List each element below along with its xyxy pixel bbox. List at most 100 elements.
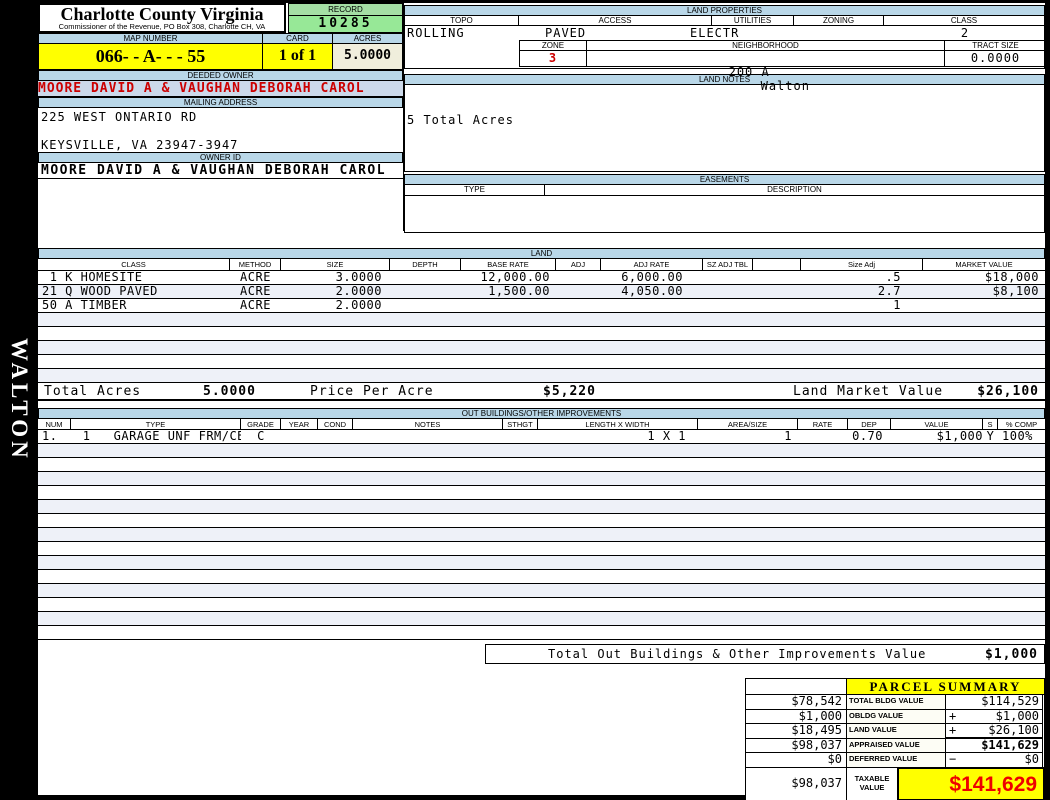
empty-row <box>38 355 1045 369</box>
col-cond: COND <box>318 419 353 429</box>
zone-value: 3 <box>520 51 587 66</box>
land-title: LAND <box>38 248 1045 259</box>
land-row: 50 A TIMBER ACRE 2.0000 1 <box>38 299 1045 313</box>
col-adj-rate: ADJ RATE <box>601 259 703 270</box>
county-subtitle: Commissioner of the Revenue, PO Box 308,… <box>58 22 266 31</box>
taxable-value-row: $98,037 TAXABLE VALUE $141,629 <box>745 766 1045 800</box>
land-properties-panel: LAND PROPERTIES TOPO ACCESS UTILITIES ZO… <box>404 5 1046 233</box>
utilities-label: UTILITIES <box>712 16 794 25</box>
class-label: CLASS <box>950 16 978 25</box>
land-market-value-label: Land Market Value <box>793 384 944 399</box>
price-per-acre-value: $5,220 <box>543 384 596 399</box>
col-base-rate: BASE RATE <box>461 259 556 270</box>
property-record-card: WALTON Charlotte County Virginia Commiss… <box>0 0 1050 800</box>
col-type: TYPE <box>71 419 241 429</box>
empty-row <box>38 570 1045 584</box>
col-adj: ADJ <box>556 259 601 270</box>
parcel-summary-row: $18,495 LAND VALUE + $26,100 <box>745 723 1044 739</box>
out-buildings-total-area: Total Out Buildings & Other Improvements… <box>38 644 1045 668</box>
col-sz-adj-tbl: SZ ADJ TBL <box>703 259 753 270</box>
empty-row <box>38 327 1045 341</box>
land-market-value: $26,100 <box>977 384 1039 399</box>
empty-row <box>38 458 1045 472</box>
card-value: 1 of 1 <box>263 44 333 70</box>
col-grade: GRADE <box>241 419 281 429</box>
acres-value: 5.0000 <box>333 44 403 70</box>
easements-title: EASEMENTS <box>404 174 1045 185</box>
mailing-address-label: MAILING ADDRESS <box>38 97 403 108</box>
topo-label: TOPO <box>405 16 519 25</box>
easement-type-label: TYPE <box>405 185 545 195</box>
parcel-summary-empty-cell <box>745 678 847 695</box>
card-label: CARD <box>263 33 333 44</box>
col-depth: DEPTH <box>390 259 461 270</box>
parcel-summary-row: $78,542 TOTAL BLDG VALUE $114,529 <box>745 694 1044 710</box>
col-size-adj: Size Adj <box>801 259 923 270</box>
empty-row <box>38 528 1045 542</box>
parcel-summary-row: $98,037 APPRAISED VALUE $141,629 <box>745 737 1044 753</box>
empty-row <box>38 313 1045 327</box>
land-section: LAND CLASS METHOD SIZE DEPTH BASE RATE A… <box>38 248 1045 668</box>
col-market-value: MARKET VALUE <box>955 260 1013 269</box>
deeded-owner-value: MOORE DAVID A & VAUGHAN DEBORAH CAROL <box>38 81 403 97</box>
map-value-row: 066- - A- - - 55 1 of 1 5.0000 <box>38 44 403 70</box>
col-size: SIZE <box>281 259 390 270</box>
empty-row <box>38 500 1045 514</box>
empty-row <box>38 598 1045 612</box>
land-properties-title: LAND PROPERTIES <box>404 5 1045 16</box>
owner-panel: Charlotte County Virginia Commissioner o… <box>38 3 404 231</box>
land-table-headers: CLASS METHOD SIZE DEPTH BASE RATE ADJ AD… <box>38 259 1045 271</box>
card-body: Charlotte County Virginia Commissioner o… <box>38 3 1046 800</box>
parcel-summary: PARCEL SUMMARY $78,542 TOTAL BLDG VALUE … <box>745 678 1045 800</box>
land-row: 21 Q WOOD PAVED ACRE 2.0000 1,500.00 4,0… <box>38 285 1045 299</box>
county-header: Charlotte County Virginia Commissioner o… <box>38 3 286 33</box>
parcel-summary-row: $0 DEFERRED VALUE − $0 <box>745 752 1044 768</box>
taxable-history-value: $98,037 <box>745 766 847 800</box>
empty-row <box>38 486 1045 500</box>
land-properties-headers: TOPO ACCESS UTILITIES ZONING CLASS <box>405 16 1044 26</box>
total-acres-value: 5.0000 <box>203 384 256 399</box>
taxable-value-label: TAXABLE VALUE <box>846 766 898 800</box>
access-label: ACCESS <box>519 16 712 25</box>
total-acres-label: Total Acres <box>44 384 142 399</box>
out-buildings-total-box: Total Out Buildings & Other Improvements… <box>485 644 1045 664</box>
col-notes: NOTES <box>353 419 503 429</box>
utilities-value: ELECTR <box>690 26 740 40</box>
tract-size-label: TRACT SIZE <box>972 41 1019 50</box>
zoning-label: ZONING <box>794 16 884 25</box>
out-buildings-title: OUT BUILDINGS/OTHER IMPROVEMENTS <box>38 408 1045 419</box>
empty-row <box>38 514 1045 528</box>
acres-label: ACRES <box>333 33 403 44</box>
record-box: RECORD 10285 <box>287 3 403 33</box>
land-notes-box: 5 Total Acres <box>404 85 1045 172</box>
zone-label: ZONE <box>520 41 587 50</box>
district-name: WALTON <box>7 338 32 462</box>
col-dep: DEP <box>848 419 891 429</box>
empty-row <box>38 556 1045 570</box>
land-totals-row: Total Acres 5.0000 Price Per Acre $5,220… <box>38 383 1045 401</box>
empty-row <box>38 472 1045 486</box>
mailing-address: 225 WEST ONTARIO RD KEYSVILLE, VA 23947-… <box>38 108 403 152</box>
empty-row <box>38 584 1045 598</box>
empty-row <box>38 341 1045 355</box>
county-title: Charlotte County Virginia <box>60 4 264 24</box>
zone-table: ZONE NEIGHBORHOOD TRACT SIZE 3 200 A Wal… <box>519 40 1046 93</box>
col-area-size: AREA/SIZE <box>698 419 798 429</box>
empty-row <box>38 612 1045 626</box>
empty-row <box>38 542 1045 556</box>
empty-row <box>38 444 1045 458</box>
out-building-row: 1. 1 GARAGE UNF FRM/CB C 1 X 1 1 0.70 $1… <box>38 430 1045 444</box>
col-num: NUM <box>38 419 71 429</box>
map-header-row: MAP NUMBER CARD ACRES <box>38 33 403 44</box>
owner-id-value: MOORE DAVID A & VAUGHAN DEBORAH CAROL <box>38 163 403 179</box>
col-pct-comp: % COMP <box>1005 420 1038 429</box>
col-value: VALUE <box>891 419 983 429</box>
tract-size-value: 0.0000 <box>970 51 1021 65</box>
easements-box <box>404 196 1045 233</box>
out-buildings-total-value: $1,000 <box>985 646 1038 662</box>
zone-area: ZONE NEIGHBORHOOD TRACT SIZE 3 200 A Wal… <box>405 40 1046 93</box>
land-properties-values: ROLLING PAVED ELECTR 2 <box>405 26 1044 40</box>
easements-headers: TYPE DESCRIPTION <box>404 185 1045 196</box>
col-sthgt: STHGT <box>503 419 538 429</box>
address-line-1: 225 WEST ONTARIO RD <box>41 110 198 124</box>
